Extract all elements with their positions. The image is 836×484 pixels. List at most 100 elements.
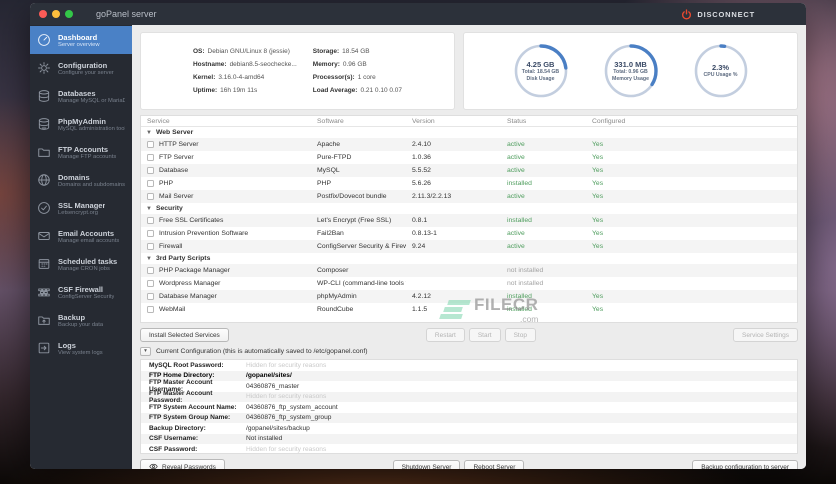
service-configured: Yes <box>592 180 604 187</box>
install-selected-services-button[interactable]: Install Selected Services <box>140 328 229 342</box>
service-name: Database <box>159 167 189 174</box>
service-software: MySQL <box>317 167 340 174</box>
service-name: PHP <box>159 180 173 187</box>
service-checkbox[interactable] <box>147 217 154 224</box>
service-checkbox[interactable] <box>147 280 154 287</box>
disconnect-button[interactable]: DISCONNECT <box>681 8 755 20</box>
service-row-database-manager[interactable]: Database Manager phpMyAdmin 4.2.12 installe… <box>141 290 797 303</box>
eye-icon <box>149 463 158 470</box>
service-checkbox[interactable] <box>147 230 154 237</box>
service-name: PHP Package Manager <box>159 267 230 274</box>
server-info-row: Memory: 0.96 GB <box>312 61 367 68</box>
service-actions-row: Install Selected Services Restart Start … <box>140 328 798 342</box>
service-checkbox[interactable] <box>147 267 154 274</box>
server-info-card: OS: Debian GNU/Linux 8 (jessie) Hostname: d… <box>140 32 455 110</box>
service-row-http-server[interactable]: HTTP Server Apache 2.4.10 active Yes <box>141 138 797 151</box>
gauge-sublabel: Memory Usage <box>612 75 649 82</box>
service-checkbox[interactable] <box>147 193 154 200</box>
sidebar-item-backup[interactable]: Backup Backup your data <box>30 306 132 334</box>
config-row-ftp-master-account-password[interactable]: FTP Master Account Password: Hidden for s… <box>141 389 797 404</box>
server-info-right: Storage: 18.54 GB Memory: 0.96 GB Processor(… <box>313 48 402 94</box>
service-checkbox[interactable] <box>147 167 154 174</box>
config-collapse-button[interactable]: ▾ <box>140 347 151 356</box>
sidebar-item-sublabel: ConfigServer Security <box>58 293 115 300</box>
stop-button[interactable]: Stop <box>504 328 536 342</box>
sidebar-item-ftp-accounts[interactable]: FTP Accounts Manage FTP accounts <box>30 138 132 166</box>
config-row-backup-directory[interactable]: Backup Directory: /gopanel/sites/backup <box>141 423 797 434</box>
service-software: phpMyAdmin <box>317 293 357 300</box>
service-software: Pure-FTPD <box>317 154 352 161</box>
start-button[interactable]: Start <box>468 328 501 342</box>
service-group-row[interactable]: ▼ Security <box>141 203 797 214</box>
sidebar-item-logs[interactable]: Logs View system logs <box>30 334 132 362</box>
close-button[interactable] <box>39 10 47 18</box>
service-row-php-package-manager[interactable]: PHP Package Manager Composer not installed <box>141 264 797 277</box>
sidebar-item-configuration[interactable]: Configuration Configure your server <box>30 54 132 82</box>
reboot-server-button[interactable]: Reboot Server <box>464 460 525 469</box>
sidebar-item-email-accounts[interactable]: Email Accounts Manage email accounts <box>30 222 132 250</box>
service-row-firewall[interactable]: Firewall ConfigServer Security & Firewall… <box>141 240 797 253</box>
config-row-mysql-root-password[interactable]: MySQL Root Password: Hidden for security … <box>141 360 797 371</box>
service-version: 2.11.3/2.2.13 <box>412 193 452 200</box>
config-row-csf-password[interactable]: CSF Password: Hidden for security reasons <box>141 444 797 453</box>
gauge-value: 331.0 MB <box>614 59 647 69</box>
sidebar-item-scheduled-tasks[interactable]: Scheduled tasks Manage CRON jobs <box>30 250 132 278</box>
service-group-row[interactable]: ▼ Web Server <box>141 127 797 138</box>
sidebar-item-domains[interactable]: Domains Domains and subdomains <box>30 166 132 194</box>
service-status: active <box>507 243 525 250</box>
chevron-down-icon[interactable]: ▼ <box>146 256 152 262</box>
server-info-row: Storage: 18.54 GB <box>312 48 370 55</box>
minimize-button[interactable] <box>52 10 60 18</box>
envelope-icon <box>37 229 52 244</box>
restart-button[interactable]: Restart <box>425 328 465 342</box>
service-row-free-ssl-certificates[interactable]: Free SSL Certificates Let's Encrypt (Free… <box>141 214 797 227</box>
service-checkbox[interactable] <box>147 180 154 187</box>
reveal-passwords-button[interactable]: Reveal Passwords <box>140 459 225 469</box>
zoom-button[interactable] <box>65 10 73 18</box>
service-checkbox[interactable] <box>147 243 154 250</box>
sidebar-item-dashboard[interactable]: Dashboard Server overview <box>30 26 132 54</box>
service-name: Firewall <box>159 243 183 250</box>
service-software: WP-CLI (command-line tools for WordPress… <box>317 280 406 287</box>
service-checkbox[interactable] <box>147 154 154 161</box>
service-row-wordpress-manager[interactable]: Wordpress Manager WP-CLI (command-line to… <box>141 277 797 290</box>
service-name: Mail Server <box>159 193 194 200</box>
service-row-php[interactable]: PHP PHP 5.6.26 installed Yes <box>141 177 797 190</box>
shutdown-server-button[interactable]: Shutdown Server <box>392 460 461 469</box>
service-row-webmail[interactable]: WebMail RoundCube 1.1.5 installed Yes <box>141 303 797 316</box>
service-row-database[interactable]: Database MySQL 5.5.52 active Yes <box>141 164 797 177</box>
config-row-ftp-system-group-name[interactable]: FTP System Group Name: 04360876_ftp_syste… <box>141 412 797 423</box>
service-row-intrusion-prevention-software[interactable]: Intrusion Prevention Software Fail2Ban 0.8… <box>141 227 797 240</box>
sidebar-item-ssl-manager[interactable]: SSL Manager Letsencrypt.org <box>30 194 132 222</box>
config-row-ftp-system-account-name[interactable]: FTP System Account Name: 04360876_ftp_sys… <box>141 402 797 413</box>
backup-configuration-button[interactable]: Backup configuration to server <box>692 460 798 469</box>
folder-icon <box>37 145 52 160</box>
services-table-header: Service Software Version Status Configured <box>141 116 797 127</box>
service-status: installed <box>507 293 532 300</box>
service-checkbox[interactable] <box>147 293 154 300</box>
firewall-bricks-icon <box>37 285 52 300</box>
group-name: Security <box>155 205 183 212</box>
sidebar-item-label: CSF Firewall <box>58 284 104 294</box>
chevron-down-icon[interactable]: ▼ <box>146 206 152 212</box>
service-version: 0.8.1 <box>412 217 428 224</box>
service-version: 1.1.5 <box>412 306 428 313</box>
service-row-ftp-server[interactable]: FTP Server Pure-FTPD 1.0.36 active Yes <box>141 151 797 164</box>
server-info-row: Load Average: 0.21 0.10 0.07 <box>312 87 403 94</box>
gauge-label: Total: 18.54 GB <box>521 68 560 75</box>
service-settings-button[interactable]: Service Settings <box>733 328 798 342</box>
service-status: active <box>507 230 525 237</box>
config-row-csf-username[interactable]: CSF Username: Not installed <box>141 433 797 444</box>
column-header-configured: Configured <box>592 117 626 125</box>
sidebar-item-csf-firewall[interactable]: CSF Firewall ConfigServer Security <box>30 278 132 306</box>
sidebar-item-label: FTP Accounts <box>58 144 109 154</box>
config-label: FTP Master Account Password: <box>149 389 213 404</box>
service-checkbox[interactable] <box>147 306 154 313</box>
service-group-row[interactable]: ▼ 3rd Party Scripts <box>141 253 797 264</box>
service-version: 4.2.12 <box>412 293 431 300</box>
sidebar-item-phpmyadmin[interactable]: PhpMyAdmin MySQL administration tool <box>30 110 132 138</box>
service-row-mail-server[interactable]: Mail Server Postfix/Dovecot bundle 2.11.3/… <box>141 190 797 203</box>
service-checkbox[interactable] <box>147 141 154 148</box>
chevron-down-icon[interactable]: ▼ <box>146 130 152 136</box>
sidebar-item-databases[interactable]: Databases Manage MySQL or MariaDB <box>30 82 132 110</box>
